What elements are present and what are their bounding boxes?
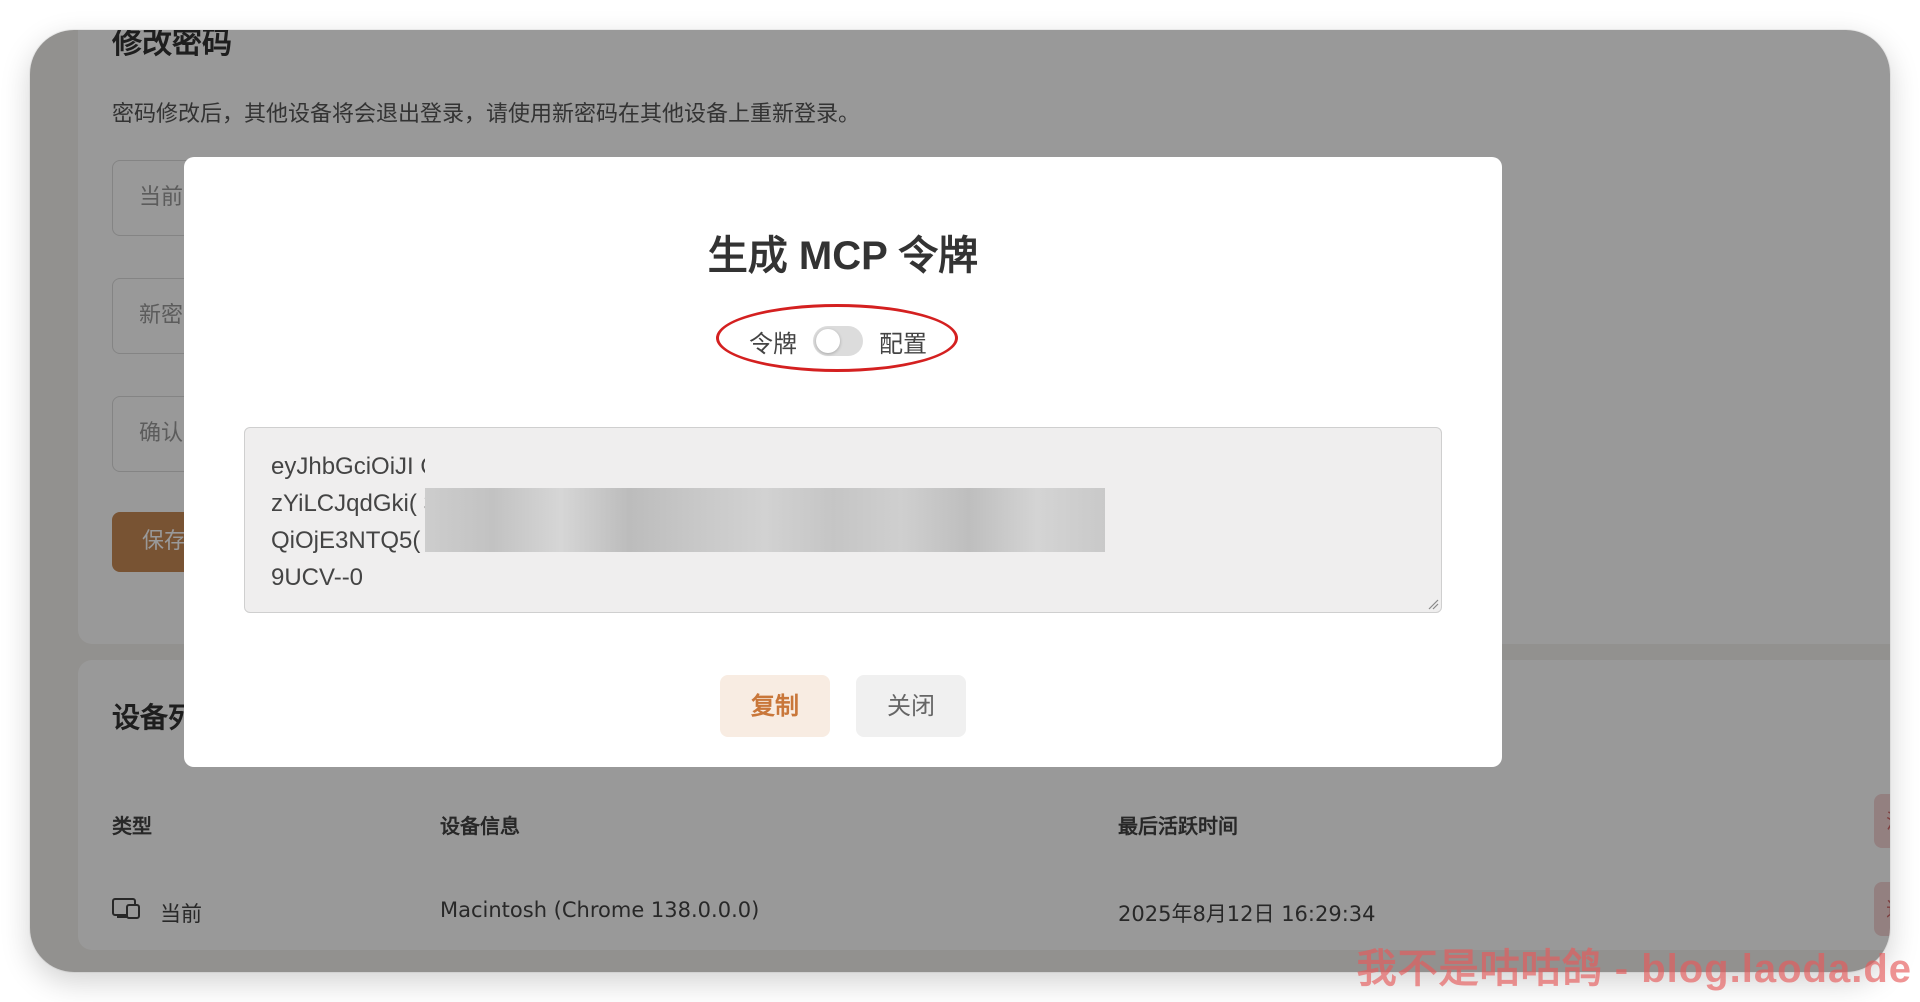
switch-knob bbox=[816, 329, 840, 353]
copy-button[interactable]: 复制 bbox=[720, 675, 830, 737]
dialog-title: 生成 MCP 令牌 bbox=[707, 234, 979, 278]
redaction-blur bbox=[425, 488, 1105, 552]
watermark: 我不是咕咕鸽 - blog.laoda.de bbox=[1356, 947, 1912, 991]
mcp-token-dialog: 生成 MCP 令牌 令牌 配置 eyJhbGciOiJI Q1NTM3NTlyO… bbox=[184, 157, 1502, 767]
resize-handle-icon[interactable] bbox=[1427, 598, 1439, 610]
toggle-label-config: 配置 bbox=[879, 329, 927, 358]
mode-switch[interactable] bbox=[813, 326, 863, 356]
app-window: 修改密码 密码修改后，其他设备将会退出登录，请使用新密码在其他设备上重新登录。 … bbox=[30, 30, 1890, 972]
toggle-label-token: 令牌 bbox=[749, 329, 797, 358]
close-button[interactable]: 关闭 bbox=[856, 675, 966, 737]
token-textarea[interactable]: eyJhbGciOiJI Q1NTM3NTlyOTE5OTc4M zYiLCJq… bbox=[244, 427, 1442, 613]
token-config-toggle: 令牌 配置 bbox=[749, 321, 927, 361]
